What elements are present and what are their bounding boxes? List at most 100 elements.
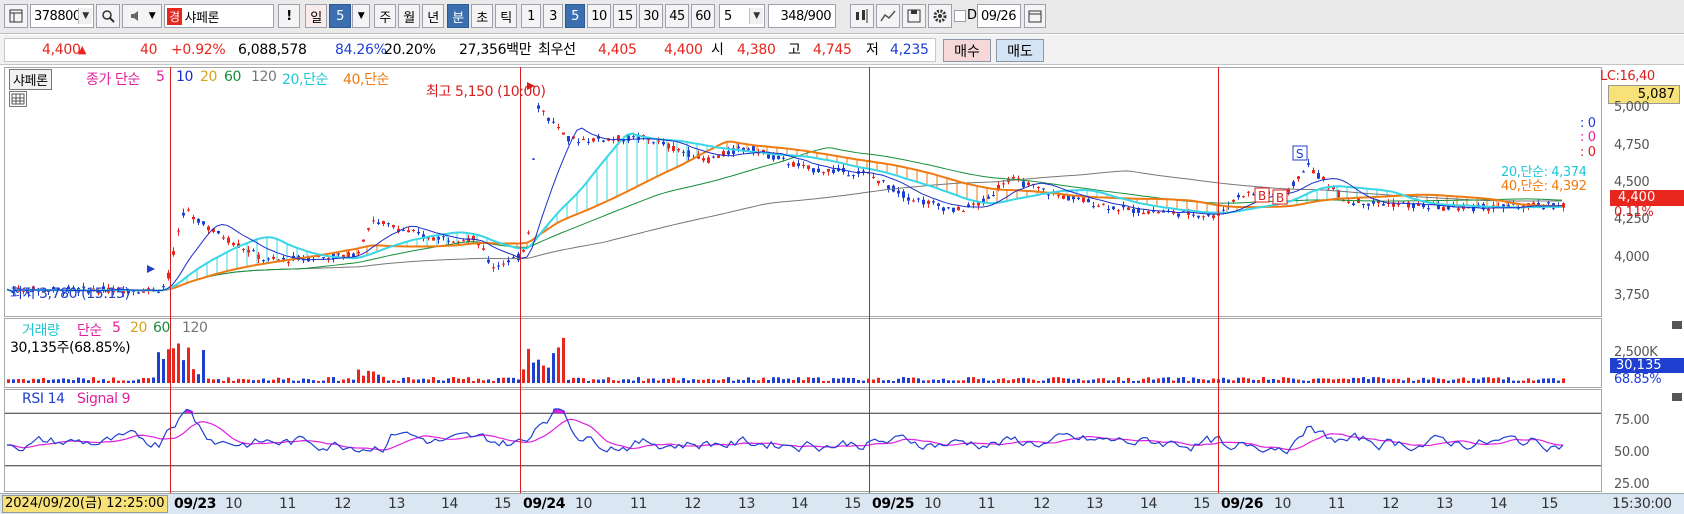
candle xyxy=(1157,211,1160,214)
minute-10[interactable]: 10 xyxy=(587,4,611,28)
period-month[interactable]: 월 xyxy=(398,4,420,28)
chevron-down-icon[interactable]: ▼ xyxy=(352,4,370,28)
minute-30[interactable]: 30 xyxy=(639,4,663,28)
chevron-down-icon[interactable]: ▼ xyxy=(78,8,92,24)
candle xyxy=(802,164,805,166)
volume-bar xyxy=(427,379,430,383)
volume-bar xyxy=(132,380,135,383)
sell-button[interactable]: 매도 xyxy=(996,39,1044,62)
speaker-icon xyxy=(130,11,138,21)
volume-bar xyxy=(1432,377,1435,383)
layout-icon[interactable] xyxy=(4,4,28,28)
volume-bar xyxy=(1352,377,1355,383)
period-tick[interactable]: 틱 xyxy=(495,4,517,28)
volume-bar xyxy=(707,378,710,383)
candle xyxy=(542,110,545,112)
speaker-dropdown[interactable]: ▼ xyxy=(122,4,162,28)
window-icon xyxy=(9,9,23,23)
volume-bar xyxy=(1387,379,1390,383)
candle xyxy=(1022,181,1025,188)
best-bid-label: 최우선 xyxy=(538,42,576,58)
volume-bar xyxy=(237,378,240,383)
candle xyxy=(382,221,385,224)
minute-60[interactable]: 60 xyxy=(691,4,715,28)
volume-bar xyxy=(1032,379,1035,383)
minute-1[interactable]: 1 xyxy=(521,4,541,28)
day-label: 09/23 xyxy=(174,496,217,512)
volume-bar xyxy=(1367,379,1370,383)
minute-5[interactable]: 5 xyxy=(565,4,585,28)
pane-close-icon[interactable] xyxy=(1672,321,1682,329)
rsi-pane[interactable] xyxy=(4,389,1602,492)
volume-bar xyxy=(447,378,450,383)
minute-15[interactable]: 15 xyxy=(613,4,637,28)
period-day[interactable]: 일 xyxy=(305,4,327,28)
pane-close-icon[interactable] xyxy=(1672,393,1682,401)
volume-bar xyxy=(987,380,990,383)
candle xyxy=(157,291,160,293)
volume-bar xyxy=(1537,379,1540,383)
minute-45[interactable]: 45 xyxy=(665,4,689,28)
interval-select[interactable]: 5 ▼ xyxy=(719,4,765,28)
data-count[interactable]: 348/900 xyxy=(768,4,836,28)
period-minute[interactable]: 분 xyxy=(447,4,469,28)
volume-bar xyxy=(407,377,410,383)
price-chart-pane[interactable]: S BB xyxy=(4,67,1602,317)
buy-button[interactable]: 매수 xyxy=(943,39,991,62)
volume-bar xyxy=(562,337,565,383)
candle xyxy=(917,198,920,200)
volume-bar xyxy=(1312,378,1315,383)
save-button[interactable] xyxy=(902,4,926,28)
candle xyxy=(882,180,885,182)
high-marker-label: 최고 5,150 (10:00) xyxy=(426,84,546,100)
volume-bar xyxy=(322,380,325,383)
candle xyxy=(1347,201,1350,203)
period-year[interactable]: 년 xyxy=(422,4,444,28)
bid-price: 4,400 xyxy=(664,42,703,58)
time-axis: 2024/09/20(금) 12:25:00 09/23 10 11 12 13 14 15… xyxy=(0,493,1684,514)
volume-bar xyxy=(1467,380,1470,383)
candle xyxy=(862,170,865,172)
rsi-tick: 75.00 xyxy=(1614,413,1650,428)
stock-name-field[interactable]: 경 샤페론 xyxy=(164,4,274,28)
date-checkbox[interactable] xyxy=(954,10,966,22)
candle xyxy=(582,139,585,141)
candle xyxy=(287,261,290,263)
chart-tools-button[interactable] xyxy=(850,4,874,28)
alert-button[interactable]: ! xyxy=(278,4,300,28)
candle xyxy=(652,142,655,144)
candle xyxy=(182,212,185,216)
volume-bar xyxy=(1267,379,1270,383)
candle xyxy=(487,259,490,263)
calendar-button[interactable] xyxy=(1024,4,1046,28)
candle xyxy=(1212,215,1215,219)
date-field[interactable]: 09/26 xyxy=(977,4,1021,28)
settings-button[interactable] xyxy=(928,4,952,28)
period-second[interactable]: 초 xyxy=(471,4,493,28)
stock-code-input[interactable]: 378800 ▼ xyxy=(30,4,94,28)
volume-pane[interactable] xyxy=(4,318,1602,388)
volume-bar xyxy=(1517,380,1520,383)
hour-label: 14 xyxy=(1140,496,1158,512)
indicator-button[interactable] xyxy=(876,4,900,28)
ma20-label: 20 xyxy=(200,69,218,85)
volume-bar xyxy=(1042,380,1045,383)
line-chart-icon xyxy=(880,10,896,22)
candle xyxy=(1012,176,1015,179)
period-week[interactable]: 주 xyxy=(374,4,396,28)
up-arrow-icon: ▲ xyxy=(78,43,87,56)
search-button[interactable] xyxy=(96,4,120,28)
price-tick: 4,750 xyxy=(1614,138,1650,153)
volume-bar xyxy=(1132,380,1135,383)
volume-bar xyxy=(412,379,415,383)
buy-signal-label: B xyxy=(1276,191,1284,205)
vma20-label: 20 xyxy=(130,320,148,336)
candle xyxy=(682,151,685,153)
volume: 6,088,578 xyxy=(238,42,307,58)
period-value[interactable]: 5 xyxy=(329,4,351,28)
volume-bar xyxy=(842,377,845,383)
grid-toggle-button[interactable] xyxy=(9,91,27,107)
minute-3[interactable]: 3 xyxy=(543,4,563,28)
volume-bar xyxy=(1492,378,1495,383)
stock-name-tag[interactable]: 샤페론 xyxy=(9,69,52,90)
